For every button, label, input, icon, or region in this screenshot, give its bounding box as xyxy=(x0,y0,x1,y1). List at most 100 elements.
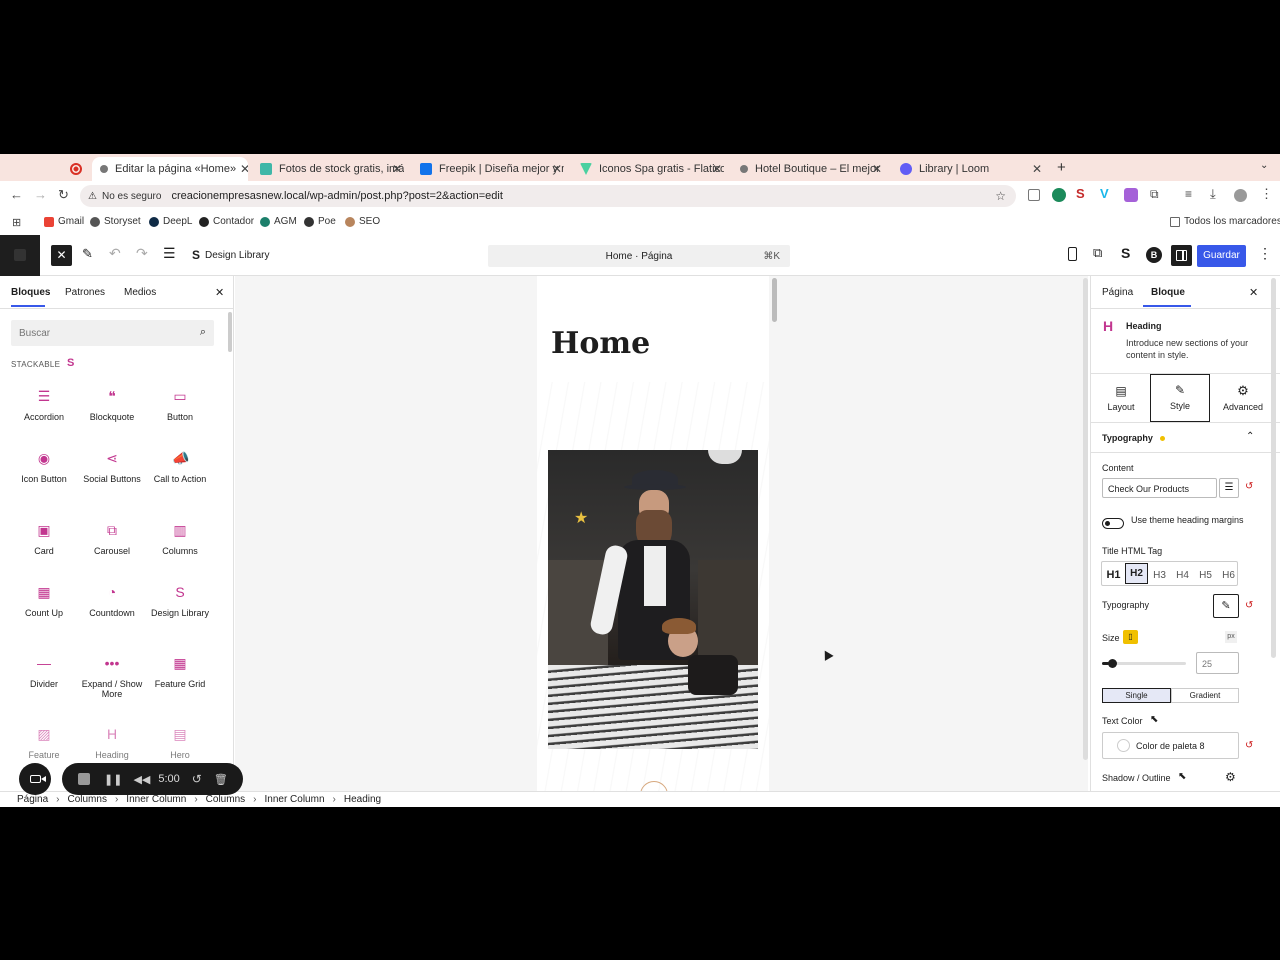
block-item[interactable]: ••• Expand / Show More xyxy=(78,655,146,699)
block-item[interactable]: ☰ Accordion xyxy=(10,388,78,422)
tag-h2[interactable]: H2 xyxy=(1125,563,1148,584)
bookmark-agm[interactable]: AGM xyxy=(260,216,297,227)
dynamic-content-icon[interactable]: ☰ xyxy=(1219,478,1239,498)
vimeo-icon[interactable]: V xyxy=(1100,186,1109,201)
close-tab-icon[interactable]: ✕ xyxy=(712,162,722,176)
bookmark-contador[interactable]: Contador xyxy=(199,216,254,227)
close-inserter-button[interactable]: ✕ xyxy=(51,245,72,266)
restart-icon[interactable]: ↺ xyxy=(192,772,202,786)
url-text[interactable]: creacionempresasnew.local/wp-admin/post.… xyxy=(171,190,502,202)
bookmark-storyset[interactable]: Storyset xyxy=(90,216,141,227)
theme-margins-toggle[interactable] xyxy=(1102,518,1124,529)
gear-icon[interactable]: ⚙ xyxy=(1225,770,1236,784)
block-item[interactable]: ⋖ Social Buttons xyxy=(78,450,146,484)
download-icon[interactable]: ⤓ xyxy=(1210,186,1216,202)
block-item[interactable]: 📣 Call to Action xyxy=(146,450,214,484)
tag-h3[interactable]: H3 xyxy=(1148,564,1171,586)
new-tab-button[interactable]: + xyxy=(1057,159,1066,176)
tab-pagina[interactable]: Página xyxy=(1102,287,1133,298)
reload-icon[interactable]: ↻ xyxy=(58,187,69,203)
apps-grid-icon[interactable]: ⊞ xyxy=(12,216,21,229)
block-item[interactable]: ▣ Card xyxy=(10,522,78,556)
collapse-chevron-icon[interactable]: ⌃ xyxy=(1246,431,1254,442)
options-kebab-icon[interactable]: ⋮ xyxy=(1258,245,1272,262)
tab-freepik[interactable]: Freepik | Diseña mejor y más✕ xyxy=(412,157,568,181)
b-plugin-icon[interactable]: B xyxy=(1146,247,1162,263)
page-title[interactable]: Home xyxy=(551,326,650,361)
tab-bloques[interactable]: Bloques xyxy=(11,287,50,298)
block-item[interactable]: ▦ Count Up xyxy=(10,584,78,618)
site-logo[interactable] xyxy=(0,235,40,276)
settings-sidebar-toggle-icon[interactable] xyxy=(1171,245,1192,266)
tab-flaticon[interactable]: Iconos Spa gratis - Flaticon ✕ xyxy=(572,157,728,181)
scrollbar[interactable] xyxy=(228,312,232,352)
block-item[interactable]: ▨ Feature xyxy=(10,726,78,760)
tab-hotel[interactable]: Hotel Boutique – El mejor hot✕ xyxy=(732,157,888,181)
tab-patrones[interactable]: Patrones xyxy=(65,287,105,298)
pause-icon[interactable]: ❚❚ xyxy=(104,773,122,786)
block-item[interactable]: H Heading xyxy=(78,726,146,760)
close-tab-icon[interactable]: ✕ xyxy=(552,162,562,176)
block-item[interactable]: ◉ Icon Button xyxy=(10,450,78,484)
reading-list-icon[interactable]: ≡ xyxy=(1185,187,1192,201)
extension-icon[interactable] xyxy=(1028,189,1040,201)
size-slider-thumb[interactable] xyxy=(1107,659,1117,668)
tab-recording[interactable] xyxy=(62,157,90,181)
star-icon[interactable]: ☆ xyxy=(995,189,1006,203)
color-type-gradient[interactable]: Gradient xyxy=(1171,688,1239,703)
view-page-icon[interactable]: ⧉ xyxy=(1093,245,1102,261)
all-bookmarks[interactable]: Todos los marcadores xyxy=(1170,216,1280,227)
breadcrumb-item[interactable]: Inner Column xyxy=(126,794,186,805)
close-tab-icon[interactable]: ✕ xyxy=(872,162,882,176)
block-item[interactable]: ▦ Feature Grid xyxy=(146,655,214,689)
block-item[interactable]: ▥ Columns xyxy=(146,522,214,556)
bookmark-gmail[interactable]: Gmail xyxy=(44,216,84,227)
back-icon[interactable]: ← xyxy=(10,187,23,202)
tab-editar[interactable]: Editar la página «Home» ✕ xyxy=(92,157,248,181)
loom-camera-button[interactable] xyxy=(19,763,51,795)
tab-loom[interactable]: Library | Loom ✕ xyxy=(892,157,1048,181)
stackable-ext-icon[interactable]: S xyxy=(1076,186,1085,201)
canvas-scrollbar[interactable] xyxy=(772,278,777,322)
block-item[interactable]: ▤ Hero xyxy=(146,726,214,760)
tab-fotos[interactable]: Fotos de stock gratis, imágen✕ xyxy=(252,157,408,181)
barber-photo[interactable]: ★ xyxy=(548,450,758,749)
typography-section-title[interactable]: Typography xyxy=(1102,433,1153,443)
block-item[interactable]: ▭ Button xyxy=(146,388,214,422)
command-palette-button[interactable]: Home · Página ⌘K xyxy=(488,245,790,267)
stop-icon[interactable] xyxy=(78,773,90,785)
tag-h6[interactable]: H6 xyxy=(1217,564,1240,586)
unit-selector[interactable]: px xyxy=(1225,631,1237,643)
sidebar-scrollbar[interactable] xyxy=(1271,278,1276,658)
breadcrumb-item[interactable]: Heading xyxy=(344,794,381,805)
size-slider-track[interactable] xyxy=(1102,659,1186,668)
block-item[interactable]: ❝ Blockquote xyxy=(78,388,146,422)
document-overview-icon[interactable]: ☰ xyxy=(163,245,176,262)
trash-icon[interactable]: 🗑 xyxy=(214,773,228,786)
tab-advanced[interactable]: ⚙ Advanced xyxy=(1215,379,1271,419)
security-chip[interactable]: No es seguro xyxy=(102,191,161,202)
close-tab-icon[interactable]: ✕ xyxy=(240,162,248,176)
profile-avatar[interactable] xyxy=(1234,189,1247,202)
stackable-settings-icon[interactable]: S xyxy=(1121,245,1130,261)
color-picker[interactable]: Color de paleta 8 xyxy=(1102,732,1239,759)
forward-icon[interactable]: → xyxy=(34,187,47,202)
tag-h5[interactable]: H5 xyxy=(1194,564,1217,586)
bookmark-seo[interactable]: SEO xyxy=(345,216,380,227)
tag-h1[interactable]: H1 xyxy=(1102,564,1125,586)
save-button[interactable]: Guardar xyxy=(1197,245,1246,267)
search-field[interactable]: ⌕ xyxy=(11,320,214,346)
typography-edit-button[interactable]: ✎ xyxy=(1213,594,1239,618)
bookmark-poe[interactable]: Poe xyxy=(304,216,336,227)
reset-icon[interactable]: ↺ xyxy=(1245,481,1253,492)
reset-icon[interactable]: ↺ xyxy=(1245,740,1253,751)
pencil-tool-icon[interactable]: ✎ xyxy=(82,246,93,262)
tab-style[interactable]: ✎ Style xyxy=(1150,374,1210,422)
puzzle-icon[interactable]: ⧉ xyxy=(1150,187,1159,202)
block-item[interactable]: ◔ Countdown xyxy=(78,584,146,618)
design-library-button[interactable]: S Design Library xyxy=(192,248,270,262)
close-tab-icon[interactable]: ✕ xyxy=(392,162,402,176)
breadcrumb-item[interactable]: Página xyxy=(17,794,48,805)
mobile-preview-icon[interactable] xyxy=(1068,247,1077,261)
redo-icon[interactable]: ↷ xyxy=(136,245,148,262)
